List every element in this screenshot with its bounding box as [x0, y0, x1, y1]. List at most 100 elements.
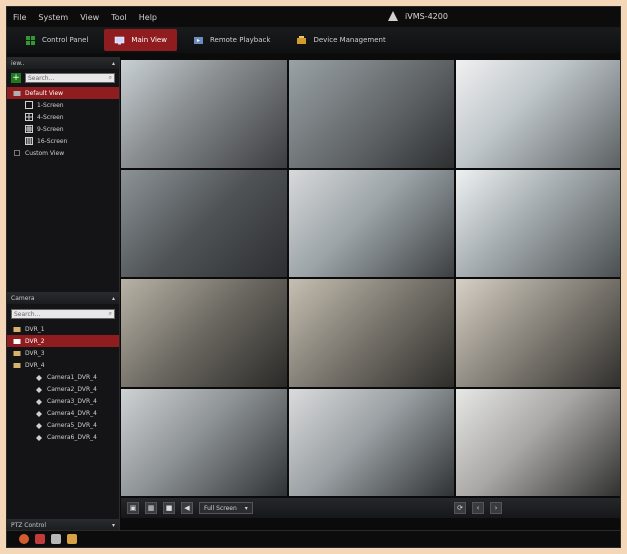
tree-item-camera[interactable]: Camera6_DVR_4 — [7, 431, 119, 443]
app-title-text: iVMS-4200 — [405, 11, 448, 21]
screen-layout-icon — [25, 125, 33, 133]
tree-item-9-screen[interactable]: 9-Screen — [7, 123, 119, 135]
camera-tile[interactable] — [288, 60, 455, 168]
menu-system[interactable]: System — [32, 13, 74, 22]
camera-tile[interactable] — [288, 388, 455, 496]
screen-layout-icon — [25, 113, 33, 121]
tree-item-camera[interactable]: Camera4_DVR_4 — [7, 407, 119, 419]
tree-item-camera[interactable]: Camera3_DVR_4 — [7, 395, 119, 407]
monitor-icon — [114, 35, 125, 46]
speaker-icon[interactable] — [67, 534, 77, 544]
event-icon[interactable] — [35, 534, 45, 544]
tab-label: Device Management — [313, 36, 386, 44]
camera-tile[interactable] — [456, 279, 620, 387]
camera-search-input[interactable]: Search... ⌕ — [11, 309, 115, 319]
tree-item-4-screen[interactable]: 4-Screen — [7, 111, 119, 123]
camera-icon — [35, 385, 43, 393]
full-screen-dropdown[interactable]: Full Screen ▾ — [199, 502, 253, 514]
menu-view[interactable]: View — [74, 13, 105, 22]
camera-tile[interactable] — [288, 279, 455, 387]
tree-item-dvr[interactable]: DVR_2 — [7, 335, 119, 347]
playback-icon — [193, 35, 204, 46]
camera-panel: Camera ▴ Search... ⌕ DVR_1 DVR_2 DVR_3 D… — [7, 292, 119, 443]
main-tabs: Control Panel Main View Remote Playback … — [7, 27, 620, 53]
search-icon: ⌕ — [108, 310, 112, 317]
menubar: File System View Tool Help — [7, 7, 620, 27]
collapse-icon[interactable]: ▴ — [112, 60, 115, 67]
tree-item-label: Camera1_DVR_4 — [47, 373, 97, 381]
next-page-button[interactable]: › — [490, 502, 502, 514]
view-tree: Default View 1-Screen 4-Screen 9-Screen … — [7, 87, 119, 159]
camera-tile[interactable] — [121, 60, 287, 168]
view-panel-title: iew.. — [11, 59, 25, 67]
view-search-placeholder: Search... — [28, 74, 55, 82]
tree-item-camera[interactable]: Camera1_DVR_4 — [7, 371, 119, 383]
folder-icon — [13, 89, 21, 97]
left-sidebar: iew.. ▴ + Search... ⌕ Default View 1-Scr… — [7, 57, 120, 531]
camera-panel-title: Camera — [11, 294, 35, 302]
prev-page-button[interactable]: ‹ — [472, 502, 484, 514]
tree-item-custom-view[interactable]: Custom View — [7, 147, 119, 159]
dvr-folder-icon — [13, 361, 21, 369]
audio-button[interactable]: ◀ — [181, 502, 193, 514]
camera-search-placeholder: Search... — [14, 310, 41, 318]
tree-item-default-view[interactable]: Default View — [7, 87, 119, 99]
camera-tree: DVR_1 DVR_2 DVR_3 DVR_4 Camera1_DVR_4 Ca… — [7, 323, 119, 443]
tree-item-label: DVR_2 — [25, 337, 45, 345]
tab-device-management[interactable]: Device Management — [286, 29, 395, 51]
screen-layout-icon — [25, 137, 33, 145]
view-search-row: + Search... ⌕ — [7, 69, 119, 87]
tree-item-label: Default View — [25, 89, 64, 97]
collapse-icon[interactable]: ▴ — [112, 295, 115, 302]
tree-item-dvr[interactable]: DVR_3 — [7, 347, 119, 359]
camera-panel-header[interactable]: Camera ▴ — [7, 292, 119, 304]
tree-item-dvr[interactable]: DVR_4 — [7, 359, 119, 371]
tab-remote-playback[interactable]: Remote Playback — [183, 29, 280, 51]
camera-tile[interactable] — [121, 169, 287, 277]
tree-item-dvr[interactable]: DVR_1 — [7, 323, 119, 335]
camera-tile[interactable] — [121, 279, 287, 387]
grid-icon — [25, 35, 36, 46]
dvr-folder-icon — [13, 349, 21, 357]
view-search-input[interactable]: Search... ⌕ — [25, 73, 115, 83]
alarm-icon[interactable] — [19, 534, 29, 544]
log-icon[interactable] — [51, 534, 61, 544]
camera-icon — [35, 409, 43, 417]
status-bar — [7, 530, 620, 547]
camera-tile[interactable] — [456, 60, 620, 168]
menu-file[interactable]: File — [7, 13, 32, 22]
expand-icon[interactable]: ▾ — [112, 522, 115, 529]
camera-search-row: Search... ⌕ — [7, 304, 119, 323]
add-view-button[interactable]: + — [11, 73, 21, 83]
dvr-folder-icon — [13, 325, 21, 333]
tree-item-label: 9-Screen — [37, 125, 64, 133]
tree-item-1-screen[interactable]: 1-Screen — [7, 99, 119, 111]
app-title: iVMS-4200 — [387, 10, 448, 22]
device-icon — [296, 35, 307, 46]
menu-help[interactable]: Help — [133, 13, 163, 22]
tab-control-panel[interactable]: Control Panel — [15, 29, 98, 51]
camera-tile[interactable] — [121, 388, 287, 496]
tree-item-16-screen[interactable]: 16-Screen — [7, 135, 119, 147]
camera-tile[interactable] — [288, 169, 455, 277]
camera-tile[interactable] — [456, 388, 620, 496]
tree-item-label: DVR_3 — [25, 349, 45, 357]
screen-layout-button[interactable]: ▦ — [145, 502, 157, 514]
camera-grid — [121, 60, 620, 496]
toolbar-right: ⟳ ‹ › — [454, 502, 620, 514]
tree-item-label: 4-Screen — [37, 113, 64, 121]
tree-item-label: Camera4_DVR_4 — [47, 409, 97, 417]
tab-main-view[interactable]: Main View — [104, 29, 177, 51]
stop-all-button[interactable]: ■ — [163, 502, 175, 514]
tree-item-label: 16-Screen — [37, 137, 68, 145]
custom-view-icon — [13, 149, 21, 157]
tree-item-camera[interactable]: Camera5_DVR_4 — [7, 419, 119, 431]
ivms-logo-icon — [387, 10, 399, 22]
tree-item-camera[interactable]: Camera2_DVR_4 — [7, 383, 119, 395]
view-panel-header[interactable]: iew.. ▴ — [7, 57, 119, 69]
refresh-button[interactable]: ⟳ — [454, 502, 466, 514]
camera-tile[interactable] — [456, 169, 620, 277]
menu-tool[interactable]: Tool — [105, 13, 133, 22]
save-view-button[interactable]: ▣ — [127, 502, 139, 514]
ptz-title: PTZ Control — [11, 521, 46, 529]
